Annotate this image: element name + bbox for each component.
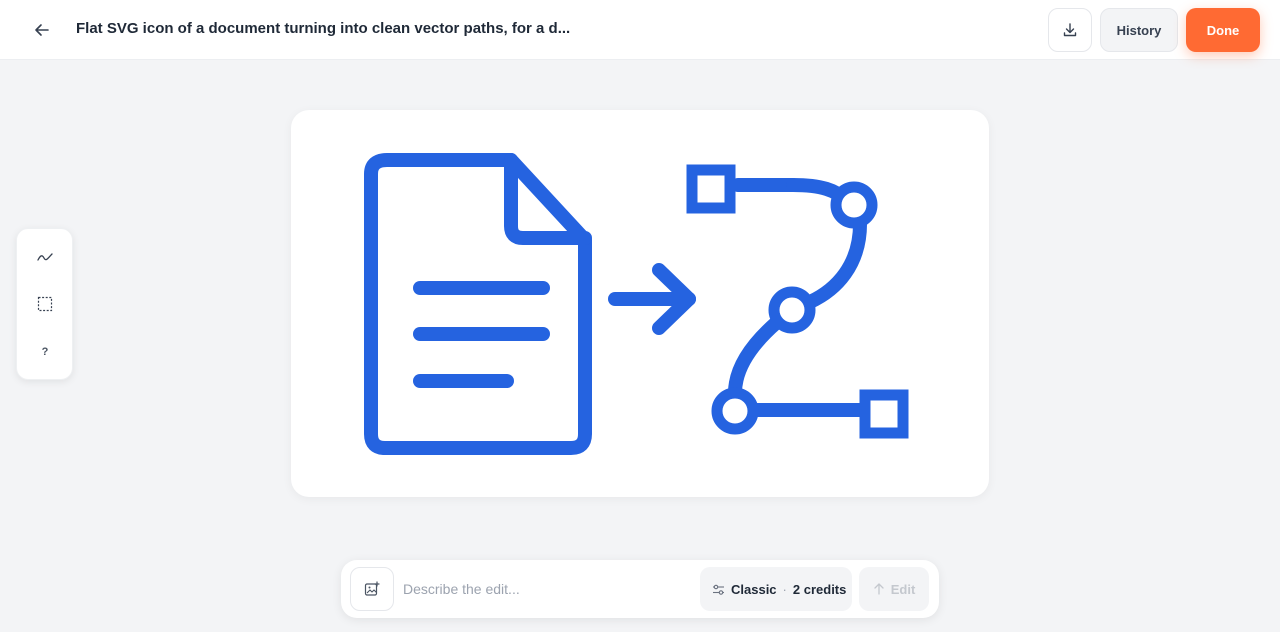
arrow-left-icon <box>35 24 49 36</box>
attach-image-button[interactable] <box>350 567 394 611</box>
top-bar: Flat SVG icon of a document turning into… <box>0 0 1280 60</box>
arrow-up-icon <box>874 583 884 595</box>
mode-selector[interactable]: Classic · 2 credits <box>700 567 852 611</box>
path-tool-button[interactable] <box>33 245 57 269</box>
history-button[interactable]: History <box>1100 8 1178 52</box>
tool-palette: ? <box>16 228 73 380</box>
anchor-square <box>686 164 736 214</box>
anchor-circle <box>830 181 878 229</box>
edit-submit-label: Edit <box>890 581 916 597</box>
edit-prompt-input[interactable] <box>403 574 693 604</box>
help-button[interactable]: ? <box>33 340 57 364</box>
mode-label: Classic <box>731 581 777 597</box>
image-add-icon <box>364 581 380 596</box>
credits-label: 2 credits <box>792 581 847 597</box>
back-button[interactable] <box>28 16 56 44</box>
image-canvas[interactable] <box>291 110 989 497</box>
done-button[interactable]: Done <box>1186 8 1260 52</box>
document-outline <box>364 153 592 455</box>
page-title: Flat SVG icon of a document turning into… <box>76 20 571 37</box>
sliders-icon <box>713 584 724 595</box>
path-curve <box>803 214 868 309</box>
select-tool-button[interactable] <box>33 292 57 316</box>
anchor-circle <box>768 286 816 334</box>
anchor-circle <box>711 387 759 435</box>
download-button[interactable] <box>1048 8 1092 52</box>
path-curve <box>728 316 783 400</box>
download-icon <box>1063 23 1077 37</box>
edit-prompt-bar: Classic · 2 credits Edit <box>341 560 939 618</box>
anchor-square <box>859 389 909 439</box>
marquee-select-icon <box>37 296 53 312</box>
separator: · <box>782 581 787 597</box>
generated-artwork <box>364 153 909 455</box>
help-icon: ? <box>41 346 49 358</box>
edit-submit-button[interactable]: Edit <box>859 567 929 611</box>
path-tool-icon <box>37 253 53 261</box>
